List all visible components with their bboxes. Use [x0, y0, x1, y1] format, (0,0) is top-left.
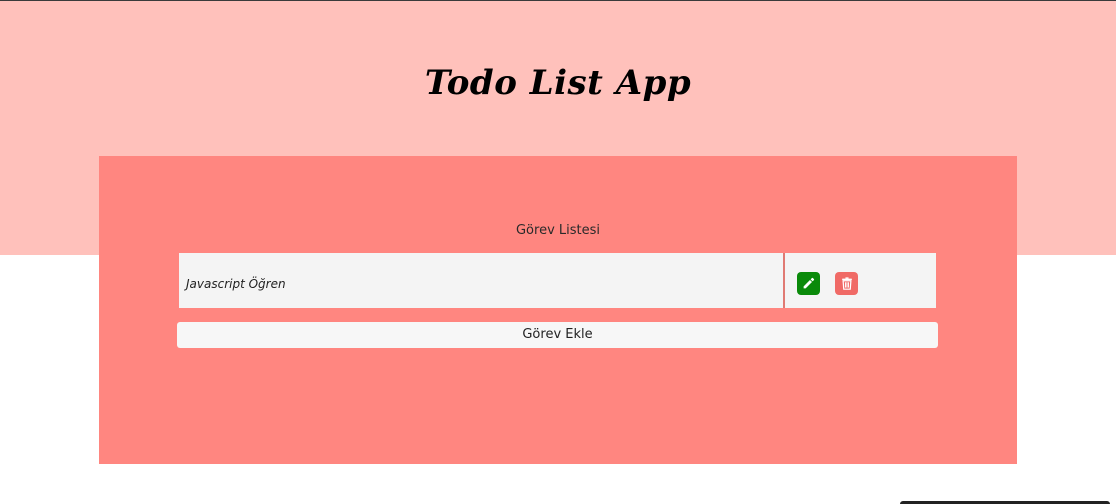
add-task-button[interactable]: Görev Ekle: [177, 322, 938, 348]
task-text: Javascript Öğren: [186, 277, 286, 291]
trash-icon: [841, 277, 852, 290]
task-divider: [783, 253, 785, 308]
delete-task-button[interactable]: [835, 272, 858, 295]
pencil-icon: [803, 277, 815, 289]
todo-panel: Görev Listesi Javascript Öğren Görev Ekl…: [99, 156, 1017, 464]
app-title: Todo List App: [424, 63, 692, 103]
list-heading: Görev Listesi: [515, 223, 601, 238]
task-row: Javascript Öğren: [179, 253, 936, 308]
edit-task-button[interactable]: [797, 272, 820, 295]
